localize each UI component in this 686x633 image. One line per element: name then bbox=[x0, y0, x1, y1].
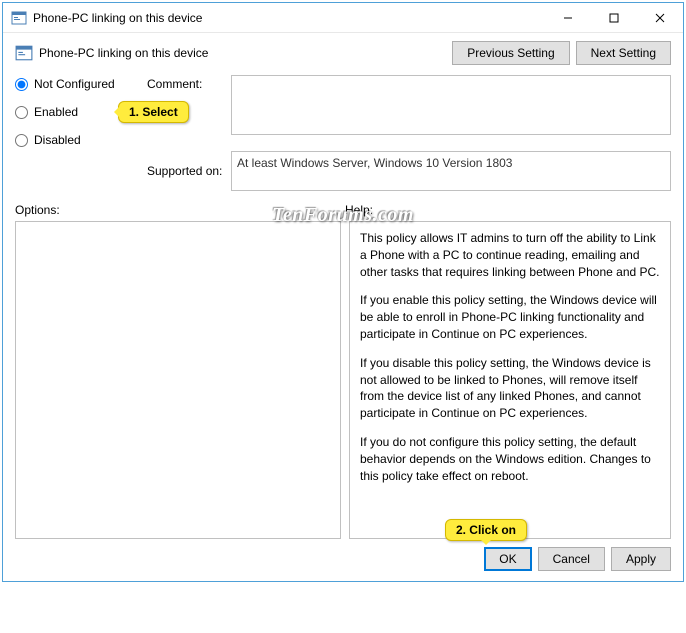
apply-button[interactable]: Apply bbox=[611, 547, 671, 571]
comment-textarea[interactable] bbox=[231, 75, 671, 135]
annotation-select: 1. Select bbox=[118, 101, 189, 123]
radio-enabled-input[interactable] bbox=[15, 106, 28, 119]
close-button[interactable] bbox=[637, 3, 683, 33]
help-paragraph: If you enable this policy setting, the W… bbox=[360, 292, 660, 342]
radio-disabled-input[interactable] bbox=[15, 134, 28, 147]
next-setting-button[interactable]: Next Setting bbox=[576, 41, 671, 65]
annotation-click-on: 2. Click on bbox=[445, 519, 527, 541]
page-title: Phone-PC linking on this device bbox=[39, 46, 452, 60]
radio-not-configured[interactable]: Not Configured bbox=[15, 77, 141, 91]
help-paragraph: If you disable this policy setting, the … bbox=[360, 355, 660, 422]
supported-on-textarea: At least Windows Server, Windows 10 Vers… bbox=[231, 151, 671, 191]
radio-enabled-label: Enabled bbox=[34, 105, 78, 119]
maximize-button[interactable] bbox=[591, 3, 637, 33]
policy-icon bbox=[15, 44, 33, 62]
cancel-button[interactable]: Cancel bbox=[538, 547, 605, 571]
policy-icon bbox=[11, 10, 27, 26]
comment-label: Comment: bbox=[147, 75, 225, 91]
options-label: Options: bbox=[15, 203, 345, 217]
help-paragraph: This policy allows IT admins to turn off… bbox=[360, 230, 660, 280]
previous-setting-button[interactable]: Previous Setting bbox=[452, 41, 569, 65]
radio-not-configured-label: Not Configured bbox=[34, 77, 115, 91]
help-panel: This policy allows IT admins to turn off… bbox=[349, 221, 671, 539]
ok-button[interactable]: OK bbox=[484, 547, 531, 571]
minimize-button[interactable] bbox=[545, 3, 591, 33]
radio-not-configured-input[interactable] bbox=[15, 78, 28, 91]
supported-on-label: Supported on: bbox=[147, 164, 225, 178]
radio-disabled[interactable]: Disabled bbox=[15, 133, 141, 147]
window-title: Phone-PC linking on this device bbox=[33, 11, 545, 25]
radio-disabled-label: Disabled bbox=[34, 133, 81, 147]
help-label: Help: bbox=[345, 203, 373, 217]
titlebar[interactable]: Phone-PC linking on this device bbox=[3, 3, 683, 33]
help-paragraph: If you do not configure this policy sett… bbox=[360, 434, 660, 484]
options-panel bbox=[15, 221, 341, 539]
